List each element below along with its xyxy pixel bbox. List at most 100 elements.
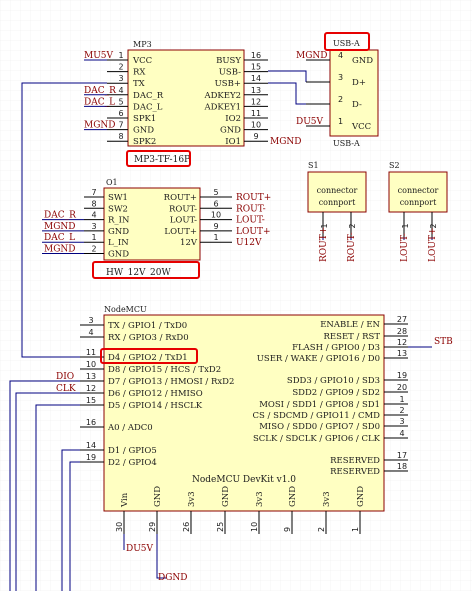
mcu-pin-name: MOSI / SDD1 / GPIO8 / SD1	[259, 400, 380, 410]
mp3-pin-number: 6	[118, 109, 123, 118]
mp3-pin-name: IO1	[225, 137, 241, 147]
mcu-pin-number: 13	[86, 372, 96, 381]
amp-net-label: DAC_L	[44, 233, 75, 243]
amp-pin-name: GND	[108, 227, 129, 237]
mp3-pin-name: RX	[133, 68, 146, 78]
mp3-pin-number: 10	[251, 121, 261, 130]
usb-pin-number: 2	[338, 95, 343, 104]
mcu-pin-name: D2 / GPIO4	[108, 458, 157, 468]
mp3-pin-number: 15	[251, 63, 261, 72]
amp-designator: O1	[106, 178, 118, 187]
amp-pin-name: ROUT-	[169, 204, 197, 214]
mcu-pin-name: D1 / GPIO5	[108, 446, 157, 456]
mcu-pin-name: RESERVED	[330, 456, 380, 466]
mcu-pin-name: GND	[288, 486, 298, 507]
amp-pin-name: SW1	[108, 193, 128, 203]
usb-pin-number: 3	[338, 73, 343, 82]
mcu-pin-number: 30	[115, 522, 124, 532]
usb-comment: USB-A	[333, 139, 360, 148]
amp-pin-name: 12V	[180, 238, 198, 248]
mcu-pin-name: GND	[153, 486, 163, 507]
mp3-pin-number: 14	[251, 74, 261, 83]
mcu-pin-name: USER / WAKE / GPIO16 / D0	[257, 354, 380, 364]
amp-net-label: ROUT-	[236, 204, 266, 214]
amp-pin-number: 1	[213, 233, 218, 242]
mcu-pin-number: 4	[88, 328, 93, 337]
mcu-pin-number: 12	[86, 384, 96, 393]
mp3-pin-number: 4	[118, 86, 123, 95]
mcu-pin-number: 2	[399, 406, 404, 415]
s1-net-label: ROUT+	[319, 227, 329, 262]
usb-net-label: MGND	[296, 51, 328, 61]
mcu-net-label: DIO	[56, 372, 74, 382]
schematic-canvas: 1VCC2RX3TX4DAC_R5DAC_L6SPK17GND8SPK216BU…	[0, 0, 472, 591]
mcu-pin-number: 18	[397, 462, 407, 471]
amp-pin-name: R_IN	[108, 216, 130, 226]
mcu-pin-number: 13	[397, 349, 407, 358]
mp3-pin-number: 9	[253, 132, 258, 141]
mcu-pin-name: 3v3	[322, 491, 332, 507]
mp3-pin-name: IO2	[225, 114, 241, 124]
amp-net-label: ROUT+	[236, 193, 271, 203]
mcu-pin-number: 1	[351, 527, 360, 532]
mcu-pin-number: 19	[86, 453, 96, 462]
mcu-net-label: CLK	[56, 384, 76, 394]
mcu-pin-name: ENABLE / EN	[320, 320, 380, 330]
mp3-pin-number: 7	[118, 121, 123, 130]
amp-net-label: U12V	[236, 238, 262, 248]
mp3-net-label: MU5V	[84, 51, 114, 61]
mcu-pin-number: 3	[88, 316, 93, 325]
mcu-pin-name: FLASH / GPIO0 / D3	[292, 343, 380, 353]
usb-pin-name: D-	[352, 100, 362, 110]
amp-pin-number: 7	[91, 188, 96, 197]
mcu-designator: NodeMCU	[104, 305, 147, 314]
mcu-pin-number: 10	[250, 522, 259, 532]
mp3-pin-name: VCC	[132, 56, 152, 66]
mcu-net-label: STB	[434, 337, 453, 347]
mcu-pin-name: D4 / GPIO2 / TxD1	[108, 353, 188, 363]
mcu-pin-number: 29	[148, 522, 157, 532]
mcu-pin-name: D8 / GPIO15 / HCS / TxD2	[108, 365, 221, 375]
amp-comment: HW_12V_20W	[106, 268, 172, 278]
amp-pin-name: ROUT+	[164, 193, 197, 203]
mcu-pin-number: 17	[397, 451, 407, 460]
amp-net-label: MGND	[44, 222, 76, 232]
mcu-pin-number: 15	[86, 396, 96, 405]
mp3-pin-name: SPK1	[133, 114, 156, 124]
mp3-pin-number: 13	[251, 86, 261, 95]
mcu-pin-name: RESERVED	[330, 467, 380, 477]
amp-pin-name: SW2	[108, 204, 128, 214]
mcu-pin-number: 27	[397, 315, 407, 324]
s2-net-label: LOUT-	[400, 233, 410, 262]
mcu-pin-number: 28	[397, 327, 407, 336]
mp3-pin-name: ADKEY2	[203, 91, 241, 101]
usb-pin-name: D+	[352, 78, 366, 88]
usb-pin-name: VCC	[351, 122, 371, 132]
amp-pin-name: GND	[108, 250, 129, 260]
mcu-pin-name: GND	[221, 486, 231, 507]
mcu-pin-name: 3v3	[187, 491, 197, 507]
mp3-pin-number: 8	[118, 132, 123, 141]
mp3-pin-name: ADKEY1	[203, 102, 241, 112]
mcu-pin-number: 1	[399, 395, 404, 404]
amp-pin-number: 1	[91, 233, 96, 242]
mcu-pin-name: A0 / ADC0	[107, 423, 153, 433]
s2-designator: S2	[389, 161, 400, 170]
mcu-pin-name: 3v3	[255, 491, 265, 507]
mcu-pin-number: 9	[283, 527, 292, 532]
mp3-designator: MP3	[133, 40, 152, 49]
s1-line2: connport	[319, 198, 356, 207]
mcu-pin-number: 20	[397, 383, 407, 392]
usb-net-label: DU5V	[296, 117, 324, 127]
mcu-pin-number: 16	[86, 418, 96, 427]
amp-pin-number: 4	[91, 211, 96, 220]
mp3-net-label: DAC_R	[84, 86, 116, 96]
mcu-pin-number: 19	[397, 371, 407, 380]
amp-pin-name: LOUT+	[164, 227, 197, 237]
s2-net-label: LOUT+	[428, 228, 438, 262]
mcu-pin-number: 3	[399, 417, 404, 426]
mcu-pin-name: TX / GPIO1 / TxD0	[108, 321, 187, 331]
mcu-pin-name: D5 / GPIO14 / HSCLK	[108, 401, 203, 411]
mp3-pin-number: 12	[251, 97, 261, 106]
amp-net-label: LOUT-	[236, 216, 265, 226]
